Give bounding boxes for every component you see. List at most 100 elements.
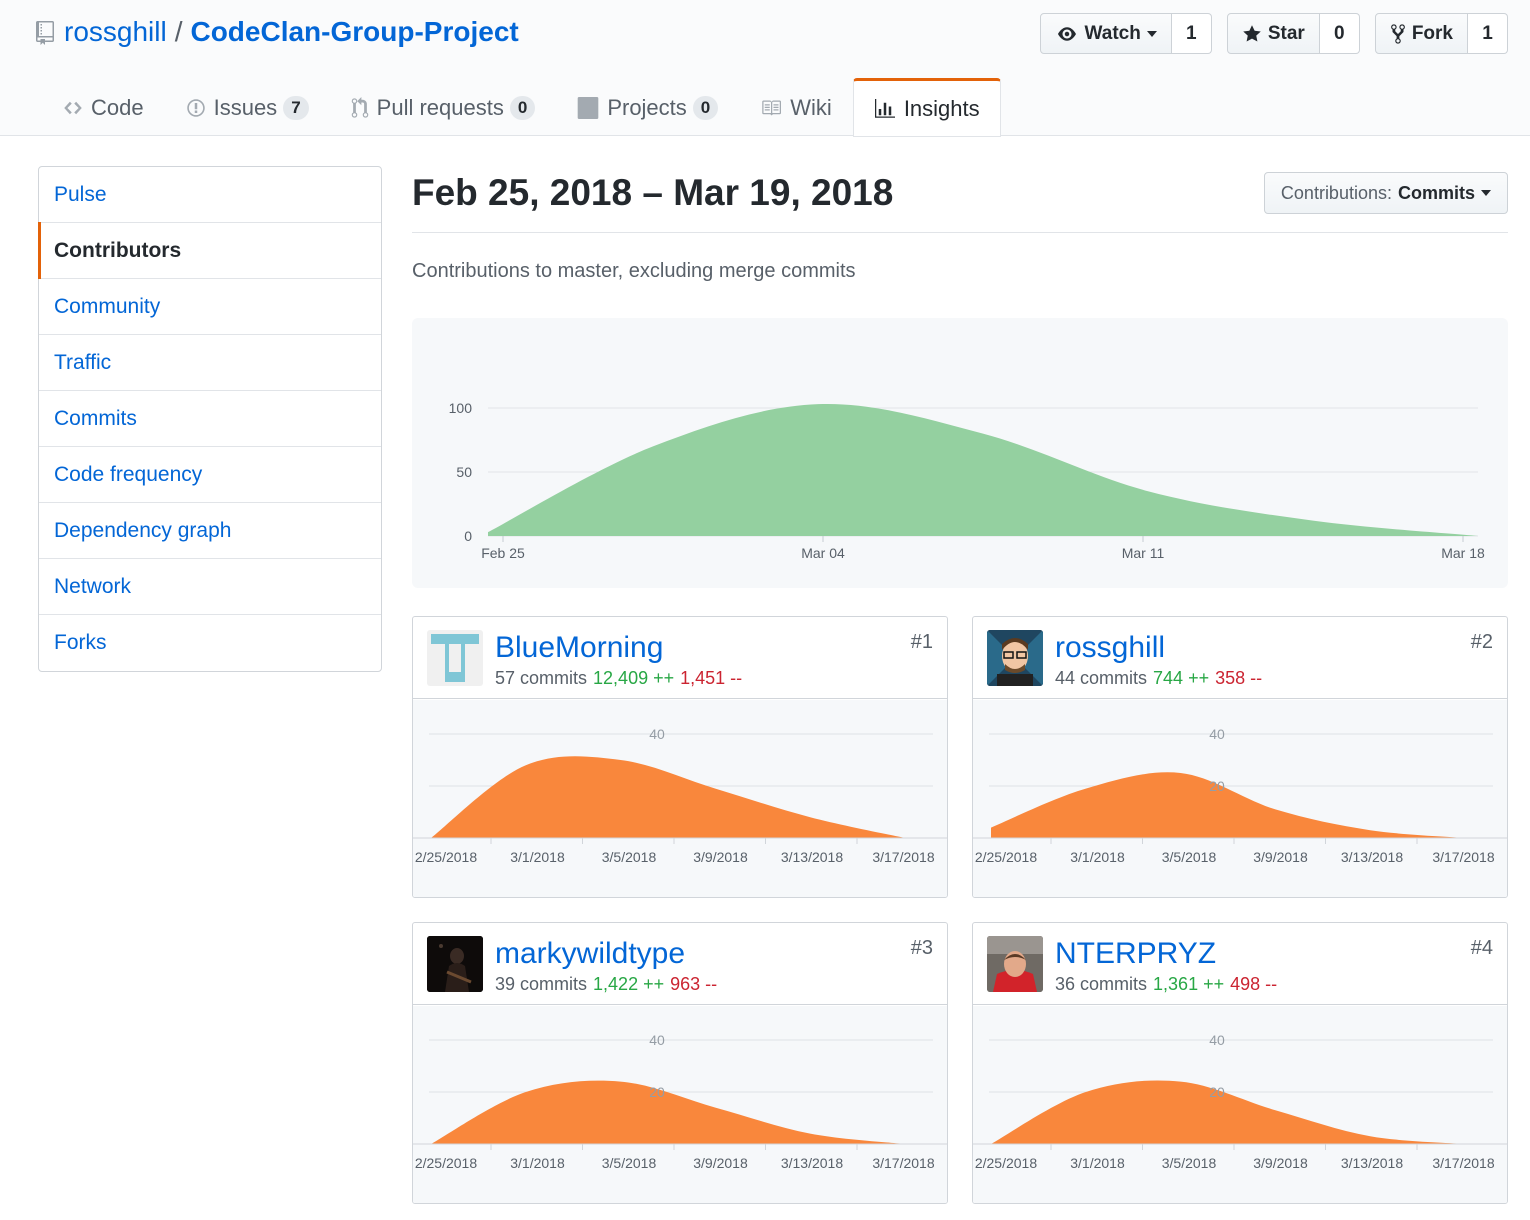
tab-label: Pull requests (376, 95, 504, 120)
tab-projects[interactable]: Projects 0 (556, 78, 739, 136)
date-range-title: Feb 25, 2018 – Mar 19, 2018 (412, 172, 894, 213)
contributor-rank: #4 (1470, 937, 1493, 959)
contributor-login[interactable]: NTERPRYZ (1055, 937, 1216, 971)
tab-insights[interactable]: Insights (852, 78, 1001, 137)
x-tick-label: 3/13/2018 (781, 1155, 843, 1171)
star-button[interactable]: Star (1226, 13, 1320, 54)
y-tick-label: 40 (1209, 726, 1225, 742)
x-tick-label: 3/17/2018 (1432, 1155, 1494, 1171)
contributor-card-header: NTERPRYZ 36 commits 1,361 ++ 498 -- #4 (973, 923, 1507, 1005)
chevron-down-icon (1146, 30, 1157, 37)
contributor-login[interactable]: rossghill (1055, 631, 1165, 665)
y-tick-label: 40 (649, 726, 665, 742)
commits-link[interactable]: 57 commits (495, 668, 587, 688)
repo-header: rossghill / CodeClan-Group-Project Watch… (0, 0, 1530, 137)
sidebar-item-network[interactable]: Network (39, 559, 381, 615)
repo-icon (36, 20, 54, 45)
contributor-login[interactable]: BlueMorning (495, 631, 663, 665)
tab-wiki[interactable]: Wiki (739, 78, 853, 136)
eye-icon (1057, 26, 1076, 41)
x-tick-label: 3/1/2018 (510, 849, 565, 865)
x-tick-label: 3/13/2018 (1341, 1155, 1403, 1171)
commits-link[interactable]: 36 commits (1055, 974, 1147, 994)
x-tick-label: 3/9/2018 (693, 1155, 748, 1171)
contributor-stats: 36 commits 1,361 ++ 498 -- (1055, 974, 1277, 995)
tab-label: Insights (903, 95, 980, 121)
contributor-rank: #3 (910, 937, 933, 959)
x-tick-label: 2/25/2018 (975, 1155, 1037, 1171)
fork-button[interactable]: Fork (1374, 13, 1468, 54)
sidebar-item-contributors[interactable]: Contributors (38, 222, 381, 279)
x-tick-label: 3/9/2018 (693, 849, 748, 865)
commits-link[interactable]: 39 commits (495, 974, 587, 994)
sidebar-item-dependency-graph[interactable]: Dependency graph (39, 503, 381, 559)
avatar[interactable] (987, 630, 1043, 686)
x-tick-label: 3/13/2018 (781, 849, 843, 865)
x-tick-label: 3/1/2018 (510, 1155, 565, 1171)
x-tick-label: 3/5/2018 (1162, 1155, 1217, 1171)
additions: 12,409 ++ (593, 668, 675, 688)
tab-label: Projects (607, 95, 687, 120)
contributor-login[interactable]: markywildtype (495, 937, 685, 971)
sidebar-item-pulse[interactable]: Pulse (39, 167, 381, 223)
contributor-rank: #2 (1470, 631, 1493, 653)
contributions-type-select[interactable]: Contributions: Commits (1263, 172, 1508, 214)
avatar[interactable] (987, 936, 1043, 992)
watch-button-group: Watch 1 (1039, 13, 1212, 54)
projects-counter: 0 (692, 96, 719, 120)
sidebar-item-forks[interactable]: Forks (39, 615, 381, 671)
forks-count[interactable]: 1 (1468, 13, 1508, 54)
x-tick-label: 3/1/2018 (1070, 1155, 1125, 1171)
additions: 1,361 ++ (1153, 974, 1225, 994)
stargazers-count[interactable]: 0 (1319, 13, 1360, 54)
pull-requests-counter: 0 (509, 96, 536, 120)
x-tick-label: 3/5/2018 (602, 849, 657, 865)
graph-icon (874, 98, 895, 118)
y-tick-label: 20 (1209, 1084, 1225, 1100)
tab-issues[interactable]: Issues 7 (165, 78, 330, 136)
commits-link[interactable]: 44 commits (1055, 668, 1147, 688)
project-icon (578, 97, 599, 119)
tab-pull-requests[interactable]: Pull requests 0 (330, 78, 557, 136)
star-label: Star (1267, 22, 1305, 44)
repo-owner-link[interactable]: rossghill (64, 16, 167, 48)
x-tick-label: 3/9/2018 (1253, 1155, 1308, 1171)
tab-code[interactable]: Code (42, 78, 165, 136)
sidebar-item-code-frequency[interactable]: Code frequency (39, 447, 381, 503)
x-tick-label: 2/25/2018 (415, 1155, 477, 1171)
avatar[interactable] (427, 630, 483, 686)
x-tick-label: 3/17/2018 (872, 849, 934, 865)
identicon-avatar (431, 634, 479, 682)
repo-name-link[interactable]: CodeClan-Group-Project (190, 16, 518, 48)
x-tick-label: 3/17/2018 (872, 1155, 934, 1171)
fork-button-group: Fork 1 (1374, 13, 1508, 54)
contributor-rank: #1 (910, 631, 933, 653)
contributor-card-header: markywildtype 39 commits 1,422 ++ 963 -- #… (413, 923, 947, 1005)
x-tick-label: 2/25/2018 (415, 849, 477, 865)
x-tick-label: Feb 25 (481, 545, 525, 561)
contributor-stats: 44 commits 744 ++ 358 -- (1055, 668, 1262, 689)
contributor-chart: 40 20 2/25/2018 3/1/2018 3/5/2018 3/9/2018 3/1… (973, 1006, 1507, 1203)
select-label: Contributions: (1280, 182, 1392, 203)
sidebar-item-community[interactable]: Community (39, 279, 381, 335)
contributor-card-header: rossghill 44 commits 744 ++ 358 -- #2 (973, 617, 1507, 699)
deletions: 358 -- (1215, 668, 1263, 688)
code-icon (64, 101, 82, 115)
watchers-count[interactable]: 1 (1171, 13, 1212, 54)
x-tick-label: 3/1/2018 (1070, 849, 1125, 865)
fork-label: Fork (1411, 22, 1453, 44)
contributor-stats: 39 commits 1,422 ++ 963 -- (495, 974, 717, 995)
watch-button[interactable]: Watch (1039, 13, 1172, 54)
y-tick-label: 50 (456, 464, 472, 480)
sidebar-item-commits[interactable]: Commits (39, 391, 381, 447)
x-tick-label: Mar 11 (1122, 545, 1165, 561)
book-icon (762, 100, 782, 116)
repo-title: rossghill / CodeClan-Group-Project (36, 14, 519, 50)
x-tick-label: 2/25/2018 (975, 849, 1037, 865)
x-tick-label: Mar 04 (801, 545, 845, 561)
avatar[interactable] (427, 936, 483, 992)
sidebar-item-traffic[interactable]: Traffic (39, 335, 381, 391)
star-button-group: Star 0 (1226, 13, 1360, 54)
overall-chart-svg: 0 50 100 Feb 25 Mar 04 Mar 11 Mar 18 (449, 400, 1485, 561)
repo-forked-icon (1390, 23, 1405, 44)
